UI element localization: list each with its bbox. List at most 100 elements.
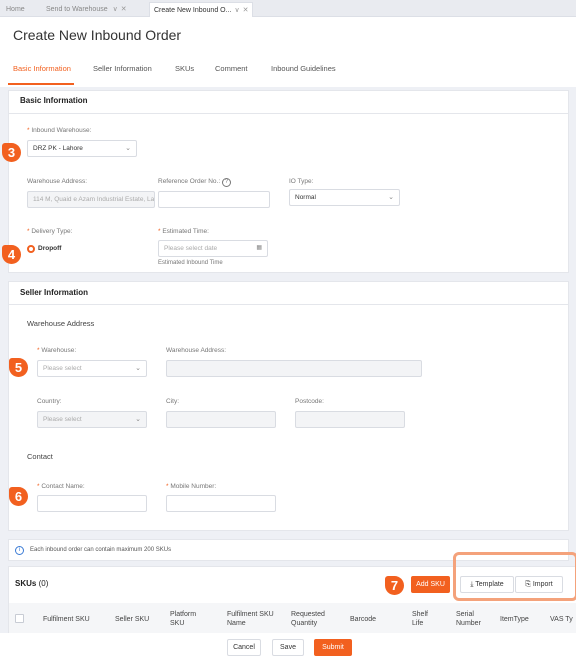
tab-seller-information[interactable]: Seller Information: [93, 64, 152, 73]
seller-information-card: Seller Information Warehouse Address * W…: [8, 281, 569, 531]
divider: [9, 113, 568, 114]
mobile-number-input[interactable]: [166, 495, 276, 512]
tab-create-new-inbound[interactable]: Create New Inbound O... ∨ ✕: [149, 2, 254, 17]
save-button[interactable]: Save: [272, 639, 304, 656]
tab-basic-information[interactable]: Basic Information: [13, 64, 71, 73]
io-type-label: IO Type:: [289, 178, 314, 185]
tab-label: Home: [6, 6, 25, 13]
tab-comment[interactable]: Comment: [215, 64, 248, 73]
select-value: Normal: [295, 194, 316, 201]
add-sku-button[interactable]: Add SKU: [411, 576, 450, 593]
country-label: Country:: [37, 398, 62, 405]
label-text: Warehouse:: [41, 347, 77, 354]
inbound-warehouse-label: * Inbound Warehouse:: [27, 127, 92, 134]
tab-label: Create New Inbound O...: [154, 7, 232, 14]
active-tab-indicator: [8, 83, 74, 85]
basic-information-card: Basic Information * Inbound Warehouse: D…: [8, 90, 569, 273]
step-badge-7: 7: [385, 576, 404, 595]
close-icon[interactable]: ✕: [243, 7, 249, 14]
placeholder-text: Please select: [43, 416, 82, 423]
footer-action-bar: Cancel Save Submit: [0, 633, 576, 672]
label-text: Estimated Time:: [162, 228, 209, 235]
estimated-time-label: * Estimated Time:: [158, 228, 209, 235]
tab-send-to-warehouse[interactable]: Send to Warehouse ∨ ✕: [42, 2, 131, 17]
chevron-down-icon[interactable]: ∨: [234, 7, 239, 14]
dropoff-radio[interactable]: [27, 245, 35, 253]
cancel-button[interactable]: Cancel: [227, 639, 261, 656]
title-text: SKUs: [15, 579, 37, 588]
label-text: Inbound Warehouse:: [31, 127, 92, 134]
chevron-down-icon[interactable]: ∨: [113, 6, 118, 13]
close-icon[interactable]: ✕: [121, 6, 127, 13]
skus-title: SKUs (0): [15, 579, 48, 588]
delivery-type-label: * Delivery Type:: [27, 228, 73, 235]
contact-name-input[interactable]: [37, 495, 147, 512]
label-text: Mobile Number:: [170, 483, 217, 490]
estimated-time-hint: Estimated Inbound Time: [158, 260, 223, 266]
chevron-down-icon: ⌄: [388, 194, 394, 201]
column-header[interactable]: ItemType: [500, 615, 529, 624]
inbound-warehouse-select[interactable]: DRZ PK - Lahore ⌄: [27, 140, 137, 157]
warehouse-address-section: Warehouse Address: [27, 319, 95, 328]
column-header[interactable]: Fulfilment SKU: [43, 615, 90, 624]
column-header[interactable]: Serial Number: [456, 610, 484, 628]
tab-home[interactable]: Home: [2, 2, 29, 17]
column-header[interactable]: Shelf Life: [412, 610, 436, 628]
info-icon: i: [15, 546, 24, 555]
section-title: Basic Information: [20, 96, 88, 105]
tab-label: Send to Warehouse: [46, 6, 108, 13]
estimated-time-datepicker[interactable]: Please select date ▦: [158, 240, 268, 257]
dropoff-label: Dropoff: [38, 245, 62, 252]
tab-inbound-guidelines[interactable]: Inbound Guidelines: [271, 64, 336, 73]
warehouse-label: * Warehouse:: [37, 347, 77, 354]
column-header[interactable]: Platform SKU: [170, 610, 198, 628]
page-header: Create New Inbound Order Basic Informati…: [0, 17, 576, 87]
step-badge-4: 4: [2, 245, 21, 264]
step-badge-5: 5: [9, 358, 28, 377]
calendar-icon: ▦: [256, 245, 262, 251]
reference-order-label: Reference Order No.: ?: [158, 178, 231, 187]
mobile-number-label: * Mobile Number:: [166, 483, 217, 490]
window-tab-bar: Home Send to Warehouse ∨ ✕ Create New Inb…: [0, 0, 576, 17]
warehouse-select[interactable]: Please select ⌄: [37, 360, 147, 377]
step-badge-3: 3: [2, 143, 21, 162]
country-select: Please select ⌄: [37, 411, 147, 428]
label-text: Contact Name:: [41, 483, 85, 490]
section-title: Seller Information: [20, 288, 89, 297]
select-all-checkbox[interactable]: [15, 614, 24, 623]
postcode-field: [295, 411, 405, 428]
chevron-down-icon: ⌄: [125, 145, 131, 152]
placeholder-text: Please select: [43, 365, 82, 372]
io-type-select[interactable]: Normal ⌄: [289, 189, 400, 206]
import-button[interactable]: ⎘ Import: [515, 576, 563, 593]
select-value: DRZ PK - Lahore: [33, 145, 83, 152]
contact-name-label: * Contact Name:: [37, 483, 85, 490]
postcode-label: Postcode:: [295, 398, 324, 405]
contact-section: Contact: [27, 452, 53, 461]
warehouse-address-field: 114 M, Quaid e Azam Industrial Estate, L…: [27, 191, 155, 208]
column-header[interactable]: Barcode: [350, 615, 376, 624]
tab-skus[interactable]: SKUs: [175, 64, 194, 73]
chevron-down-icon: ⌄: [135, 416, 141, 423]
divider: [9, 304, 568, 305]
page-title: Create New Inbound Order: [13, 27, 182, 43]
step-badge-6: 6: [9, 487, 28, 506]
button-label: Import: [532, 581, 553, 588]
help-icon[interactable]: ?: [221, 178, 231, 187]
column-header[interactable]: Requested Quantity: [291, 610, 331, 628]
reference-order-input[interactable]: [158, 191, 270, 208]
column-header[interactable]: Seller SKU: [115, 615, 149, 624]
chevron-down-icon: ⌄: [135, 365, 141, 372]
column-header[interactable]: Fulfilment SKU Name: [227, 610, 279, 628]
label-text: Delivery Type:: [31, 228, 73, 235]
template-button[interactable]: ⤓ Template: [460, 576, 514, 593]
submit-button[interactable]: Submit: [314, 639, 352, 656]
seller-warehouse-address-field: [166, 360, 422, 377]
column-header[interactable]: VAS Ty: [550, 615, 573, 624]
info-text: Each inbound order can contain maximum 2…: [30, 547, 172, 553]
label-text: Reference Order No.:: [158, 178, 221, 185]
seller-warehouse-address-label: Warehouse Address:: [166, 347, 227, 354]
city-label: City:: [166, 398, 179, 405]
placeholder-text: Please select date: [164, 245, 218, 252]
import-icon: ⎘: [525, 581, 531, 588]
